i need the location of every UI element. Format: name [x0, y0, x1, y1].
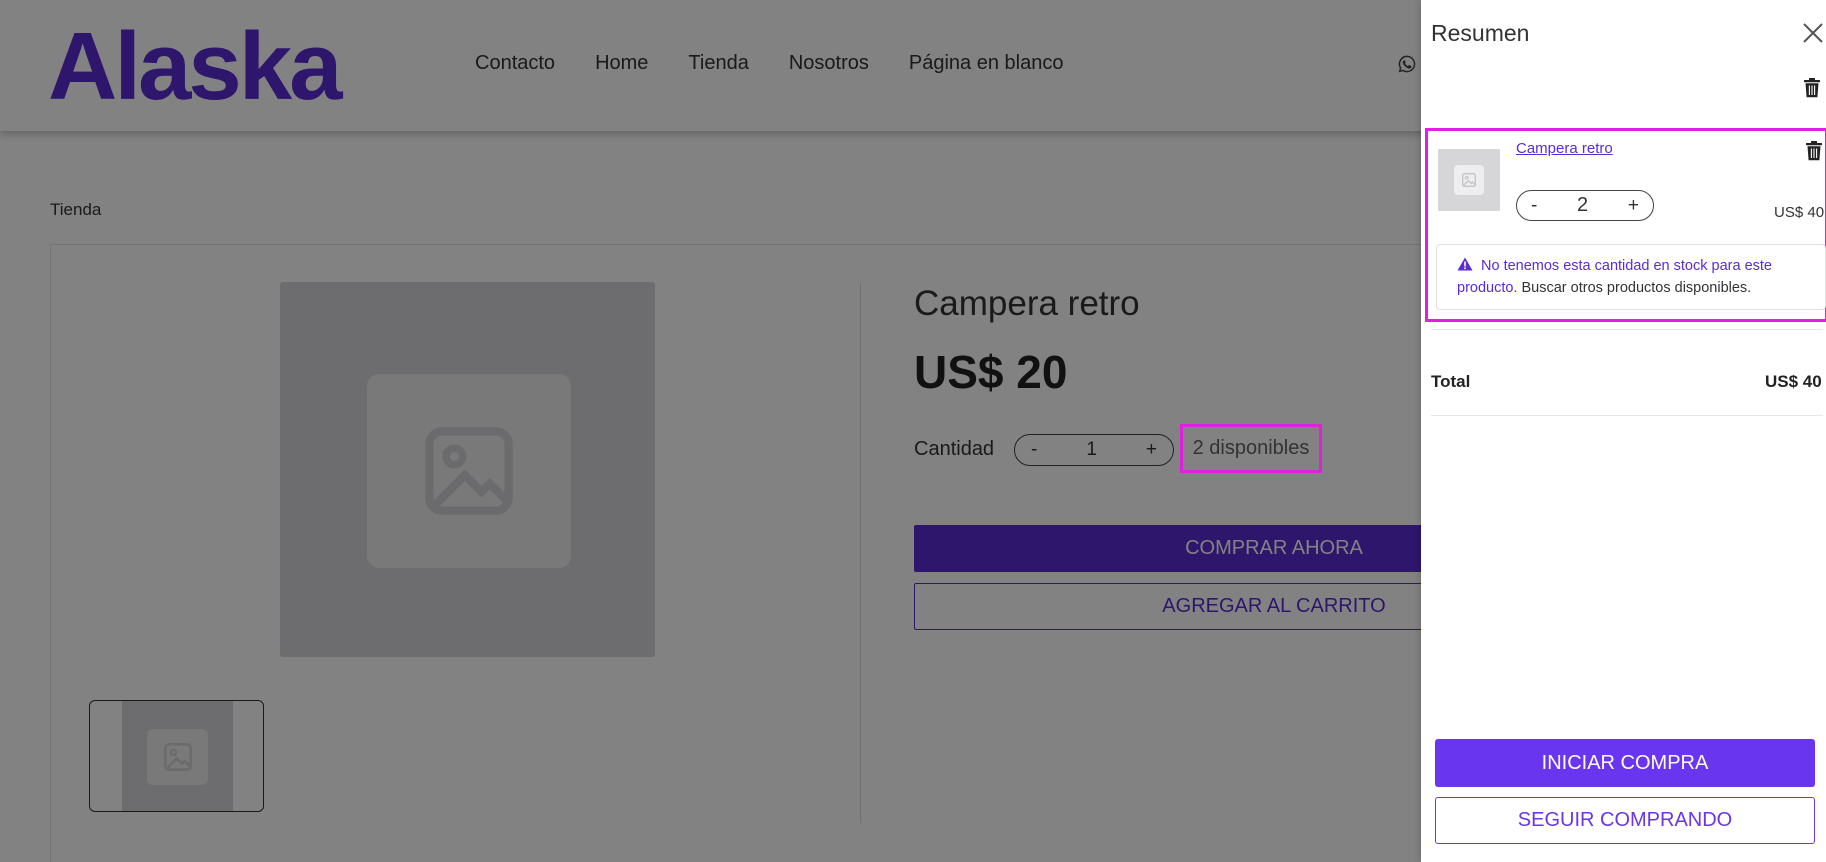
cart-item-price: US$ 40: [1774, 204, 1825, 221]
stock-available: 2 disponibles: [1180, 424, 1322, 473]
cart-item-name-link[interactable]: Campera retro: [1516, 140, 1613, 157]
divider: [1431, 329, 1823, 330]
cart-quantity-stepper: - 2 +: [1516, 190, 1654, 221]
cart-quantity-minus-button[interactable]: -: [1531, 195, 1537, 217]
cart-quantity-plus-button[interactable]: +: [1628, 195, 1639, 217]
cart-item: Campera retro - 2 + US$ 40 No tenemos es…: [1425, 128, 1826, 322]
image-placeholder-icon: [1462, 173, 1476, 187]
cart-title: Resumen: [1431, 20, 1530, 46]
start-purchase-button[interactable]: INICIAR COMPRA: [1435, 739, 1815, 787]
cart-drawer: Resumen Campera retro - 2 + US$ 40 No te…: [1421, 0, 1826, 862]
cart-item-image-placeholder: [1454, 165, 1484, 195]
other-products-link[interactable]: Buscar otros productos disponibles.: [1522, 280, 1752, 296]
cart-item-image[interactable]: [1438, 149, 1500, 211]
warning-icon: [1457, 257, 1473, 271]
total-value: US$ 40: [1765, 372, 1822, 391]
stock-warning-alert: No tenemos esta cantidad en stock para e…: [1436, 244, 1826, 310]
trash-icon[interactable]: [1803, 78, 1821, 98]
cart-quantity-input[interactable]: 2: [1577, 194, 1588, 217]
total-label: Total: [1431, 372, 1471, 391]
trash-icon[interactable]: [1805, 141, 1823, 161]
close-icon[interactable]: [1801, 21, 1825, 45]
keep-shopping-button[interactable]: SEGUIR COMPRANDO: [1435, 797, 1815, 844]
divider: [1431, 415, 1823, 416]
